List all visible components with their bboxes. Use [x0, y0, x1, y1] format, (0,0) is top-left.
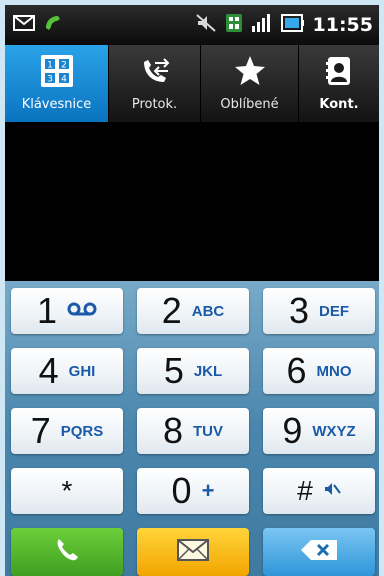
key-0-plus: +	[201, 478, 215, 503]
key-7-letters: PQRS	[60, 422, 104, 440]
key-6-letters: MNO	[316, 362, 352, 380]
envelope-icon	[13, 15, 35, 35]
key-5[interactable]: 5 JKL	[137, 348, 249, 394]
key-3-letters: DEF	[319, 302, 350, 320]
key-8-letters: TUV	[193, 422, 224, 440]
tab-keypad-label: Klávesnice	[21, 97, 92, 112]
svg-text:4: 4	[61, 75, 67, 85]
key-5-digit: 5	[163, 350, 184, 391]
voicemail-icon	[67, 301, 97, 321]
key-2[interactable]: 2 ABC	[137, 288, 249, 334]
tab-favorites[interactable]: Oblíbené	[201, 45, 299, 122]
svg-text:2: 2	[61, 61, 67, 71]
tab-bar: 1 2 3 4 Klávesnice Protok. Oblíbené Kont…	[5, 45, 379, 122]
key-1-digit: 1	[36, 290, 58, 331]
clock: 11:55	[312, 14, 373, 36]
call-log-icon	[138, 54, 172, 92]
key-7[interactable]: 7 PQRS	[11, 408, 123, 454]
star-icon	[233, 54, 267, 92]
key-9-letters: WXYZ	[312, 422, 356, 440]
tab-keypad[interactable]: 1 2 3 4 Klávesnice	[5, 45, 109, 122]
phone-icon	[52, 535, 82, 569]
key-8-digit: 8	[162, 410, 184, 451]
battery-icon	[280, 14, 305, 36]
key-4-digit: 4	[38, 350, 59, 391]
key-2-digit: 2	[161, 290, 182, 331]
tab-call-log-label: Protok.	[131, 97, 178, 112]
envelope-icon	[176, 538, 210, 566]
key-1[interactable]: 1	[11, 288, 123, 334]
key-0-digit: 0	[171, 470, 192, 511]
mute-icon	[323, 481, 341, 501]
key-0[interactable]: 0 +	[137, 468, 249, 514]
key-6[interactable]: 6 MNO	[263, 348, 375, 394]
key-4[interactable]: 4 GHI	[11, 348, 123, 394]
key-9[interactable]: 9 WXYZ	[263, 408, 375, 454]
svg-text:3: 3	[47, 75, 53, 85]
key-3[interactable]: 3 DEF	[263, 288, 375, 334]
3g-icon	[225, 13, 243, 37]
key-5-letters: JKL	[193, 362, 223, 380]
tab-favorites-label: Oblíbené	[220, 97, 279, 112]
keypad-icon: 1 2 3 4	[40, 54, 74, 92]
key-8[interactable]: 8 TUV	[137, 408, 249, 454]
signal-icon	[251, 13, 273, 37]
key-star[interactable]: *	[11, 468, 123, 514]
key-9-digit: 9	[282, 410, 303, 451]
tab-contacts[interactable]: Kont.	[299, 45, 379, 122]
key-6-digit: 6	[286, 350, 307, 391]
phone-screen: 11:55 1 2 3 4 Klávesnice Protok. Oblíben…	[5, 5, 379, 576]
key-2-letters: ABC	[191, 302, 225, 320]
contacts-icon	[322, 54, 356, 92]
status-bar: 11:55	[5, 5, 379, 45]
mute-icon	[195, 13, 217, 37]
message-button[interactable]	[137, 528, 249, 576]
key-7-digit: 7	[30, 410, 51, 451]
key-3-digit: 3	[288, 290, 310, 331]
svg-text:1: 1	[47, 61, 53, 71]
key-star-digit: *	[61, 475, 73, 506]
tab-call-log[interactable]: Protok.	[109, 45, 201, 122]
delete-button[interactable]	[263, 528, 375, 576]
key-4-letters: GHI	[68, 362, 96, 380]
key-hash-digit: #	[297, 475, 313, 506]
dial-keypad: 1 2 ABC 3 DEF 4 GHI 5 JKL 6 MNO 7 PQRS 8…	[5, 281, 379, 576]
tab-contacts-label: Kont.	[319, 97, 359, 112]
missed-call-icon	[43, 13, 63, 37]
key-hash[interactable]: #	[263, 468, 375, 514]
call-button[interactable]	[11, 528, 123, 576]
backspace-icon	[299, 538, 339, 566]
dialed-number-display[interactable]	[5, 122, 379, 281]
